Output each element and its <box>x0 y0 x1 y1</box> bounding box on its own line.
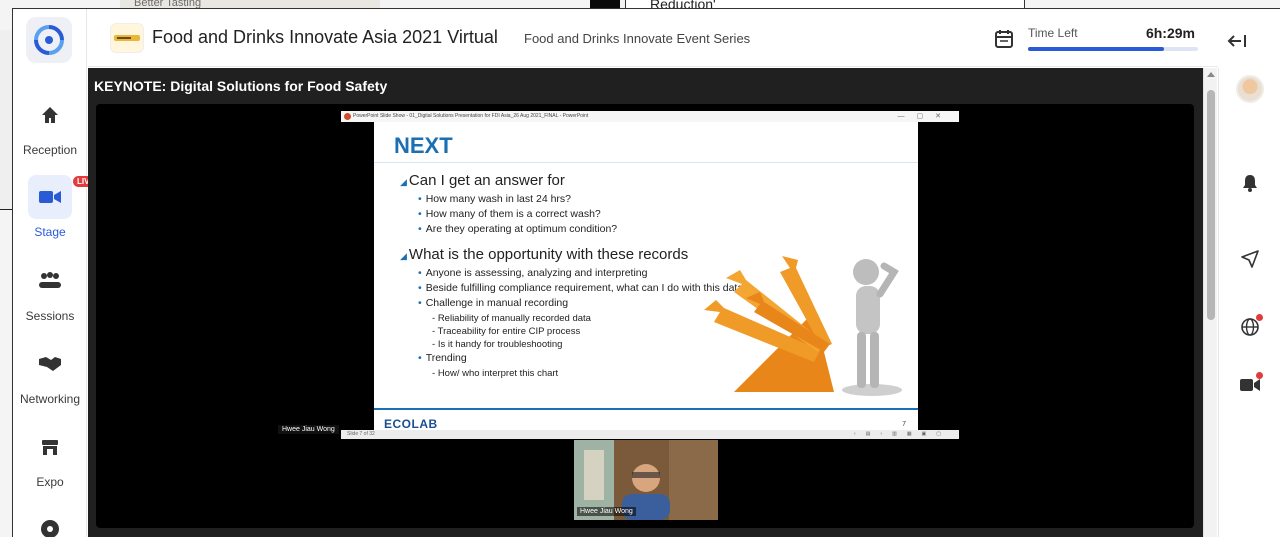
slide-bullet: • Trending <box>418 352 467 364</box>
platform-logo[interactable] <box>26 17 72 63</box>
slide-footer-line <box>374 408 918 410</box>
nav-label-expo: Expo <box>36 475 64 489</box>
ecolab-logo: ECOLAB <box>384 417 438 430</box>
camera-name-label: Hwee Jiau Wong <box>577 507 636 516</box>
paper-plane-icon <box>1241 250 1259 268</box>
slide-bullet: • Challenge in manual recording <box>418 297 569 309</box>
slide-divider <box>374 162 918 163</box>
slide-bullet-text: Anyone is assessing, analyzing and inter… <box>425 267 648 279</box>
nav-label-stage: Stage <box>34 225 66 239</box>
slide-sub-bullet: - Reliability of manually recorded data <box>432 313 591 324</box>
time-left-label: Time Left <box>1028 26 1078 40</box>
arrows-figure-illustration <box>704 256 902 396</box>
time-left-widget: Time Left 6h:29m <box>1023 17 1203 59</box>
slide-bullet: • How many wash in last 24 hrs? <box>418 193 572 205</box>
event-app-window: Reception LIVE Stage Sessions Networking <box>12 8 1280 537</box>
slide-question-2: ◢ What is the opportunity with these reco… <box>400 246 689 263</box>
scroll-up-arrow-icon[interactable] <box>1207 72 1215 77</box>
slide-sub-bullet-text: How/ who interpret this chart <box>437 368 559 379</box>
stage-session-title: KEYNOTE: Digital Solutions for Food Safe… <box>94 78 388 94</box>
powerpoint-statusbar: Slide 7 of 32 ‹▤›▥▦▣▢ <box>341 430 959 439</box>
speaker-camera-feed[interactable]: Hwee Jiau Wong <box>574 440 718 520</box>
swirl-logo-icon <box>34 25 64 55</box>
slide-bullet: • Are they operating at optimum condition… <box>418 223 618 235</box>
slide-sub-bullet-text: Is it handy for troubleshooting <box>437 339 563 350</box>
stage-area: KEYNOTE: Digital Solutions for Food Safe… <box>88 68 1203 537</box>
slide-bullet-text: How many of them is a correct wash? <box>425 208 601 220</box>
slide-sub-bullet: - Is it handy for troubleshooting <box>432 339 563 350</box>
presentation-slide: NEXT ◢ Can I get an answer for • How many … <box>374 122 918 430</box>
video-camera-icon: LIVE <box>28 175 100 219</box>
time-left-value: 6h:29m <box>1145 25 1195 41</box>
right-rail <box>1218 68 1280 537</box>
event-logo-icon <box>114 35 140 41</box>
bell-icon <box>1243 175 1257 192</box>
handshake-icon <box>28 342 72 386</box>
slide-question-2-text: What is the opportunity with these recor… <box>408 246 689 263</box>
nav-label-sessions: Sessions <box>25 309 75 323</box>
nav-item-sessions[interactable]: Sessions <box>13 259 87 323</box>
arrow-left-bar-icon <box>1227 35 1246 47</box>
video-camera-icon <box>1240 379 1260 391</box>
speaker-name-tag: Hwee Jiau Wong <box>278 425 339 434</box>
time-left-progress <box>1028 47 1198 51</box>
store-icon <box>28 425 72 469</box>
notification-dot <box>1256 314 1263 321</box>
slide-counter: Slide 7 of 32 <box>347 431 375 437</box>
slide-bullet-text: How many wash in last 24 hrs? <box>425 193 572 205</box>
video-call-button[interactable] <box>1235 370 1265 400</box>
stage-video-player[interactable]: PowerPoint Slide Show - 01_Digital Solut… <box>96 104 1194 528</box>
powerpoint-window-controls: —▢✕ <box>897 113 953 120</box>
slide-bullet: • How many of them is a correct wash? <box>418 208 601 220</box>
powerpoint-window-title: PowerPoint Slide Show - 01_Digital Solut… <box>353 113 589 119</box>
notifications-button[interactable] <box>1235 168 1265 198</box>
home-icon <box>28 93 72 137</box>
event-title: Food and Drinks Innovate Asia 2021 Virtu… <box>152 27 498 47</box>
more-icon <box>28 507 72 537</box>
slide-sub-bullet: - Traceability for entire CIP process <box>432 326 581 337</box>
slide-bullet: • Anyone is assessing, analyzing and inte… <box>418 267 648 279</box>
nav-item-more[interactable] <box>13 507 87 537</box>
language-button[interactable] <box>1235 312 1265 342</box>
nav-label-reception: Reception <box>22 143 78 157</box>
nav-label-networking: Networking <box>19 392 81 406</box>
avatar <box>1236 75 1264 103</box>
left-navigation: Reception LIVE Stage Sessions Networking <box>13 9 100 537</box>
event-series[interactable]: Food and Drinks Innovate Event Series <box>524 31 750 46</box>
nav-item-reception[interactable]: Reception <box>13 93 87 157</box>
slide-bullet-text: Challenge in manual recording <box>425 297 569 309</box>
calendar-icon[interactable] <box>993 28 1015 50</box>
slide-question-1: ◢ Can I get an answer for <box>400 172 565 189</box>
slide-nav-controls: ‹▤›▥▦▣▢ <box>854 431 951 437</box>
powerpoint-titlebar: PowerPoint Slide Show - 01_Digital Solut… <box>341 111 959 122</box>
slide-sub-bullet: - How/ who interpret this chart <box>432 368 559 379</box>
slide-title: NEXT <box>394 133 453 158</box>
powerpoint-icon <box>344 113 351 120</box>
notification-dot <box>1256 372 1263 379</box>
nav-item-stage[interactable]: LIVE Stage <box>13 175 100 239</box>
user-avatar-button[interactable] <box>1235 74 1265 104</box>
slide-bullet-text: Trending <box>425 352 467 364</box>
stage-scrollbar[interactable] <box>1203 68 1217 537</box>
collapse-panel-button[interactable] <box>1221 25 1253 57</box>
slide-sub-bullet-text: Traceability for entire CIP process <box>437 326 581 337</box>
time-left-progress-fill <box>1028 47 1164 51</box>
event-header: Food and Drinks Innovate Asia 2021 Virtu… <box>88 9 1218 67</box>
event-logo <box>110 23 144 53</box>
slide-bullet-text: Are they operating at optimum condition? <box>425 223 618 235</box>
send-message-button[interactable] <box>1235 244 1265 274</box>
nav-item-expo[interactable]: Expo <box>13 425 87 489</box>
scrollbar-thumb[interactable] <box>1207 90 1215 320</box>
slide-sub-bullet-text: Reliability of manually recorded data <box>437 313 591 324</box>
slide-question-1-text: Can I get an answer for <box>408 172 565 189</box>
nav-item-networking[interactable]: Networking <box>13 342 87 406</box>
slide-number: 7 <box>902 421 906 428</box>
people-group-icon <box>28 259 72 303</box>
